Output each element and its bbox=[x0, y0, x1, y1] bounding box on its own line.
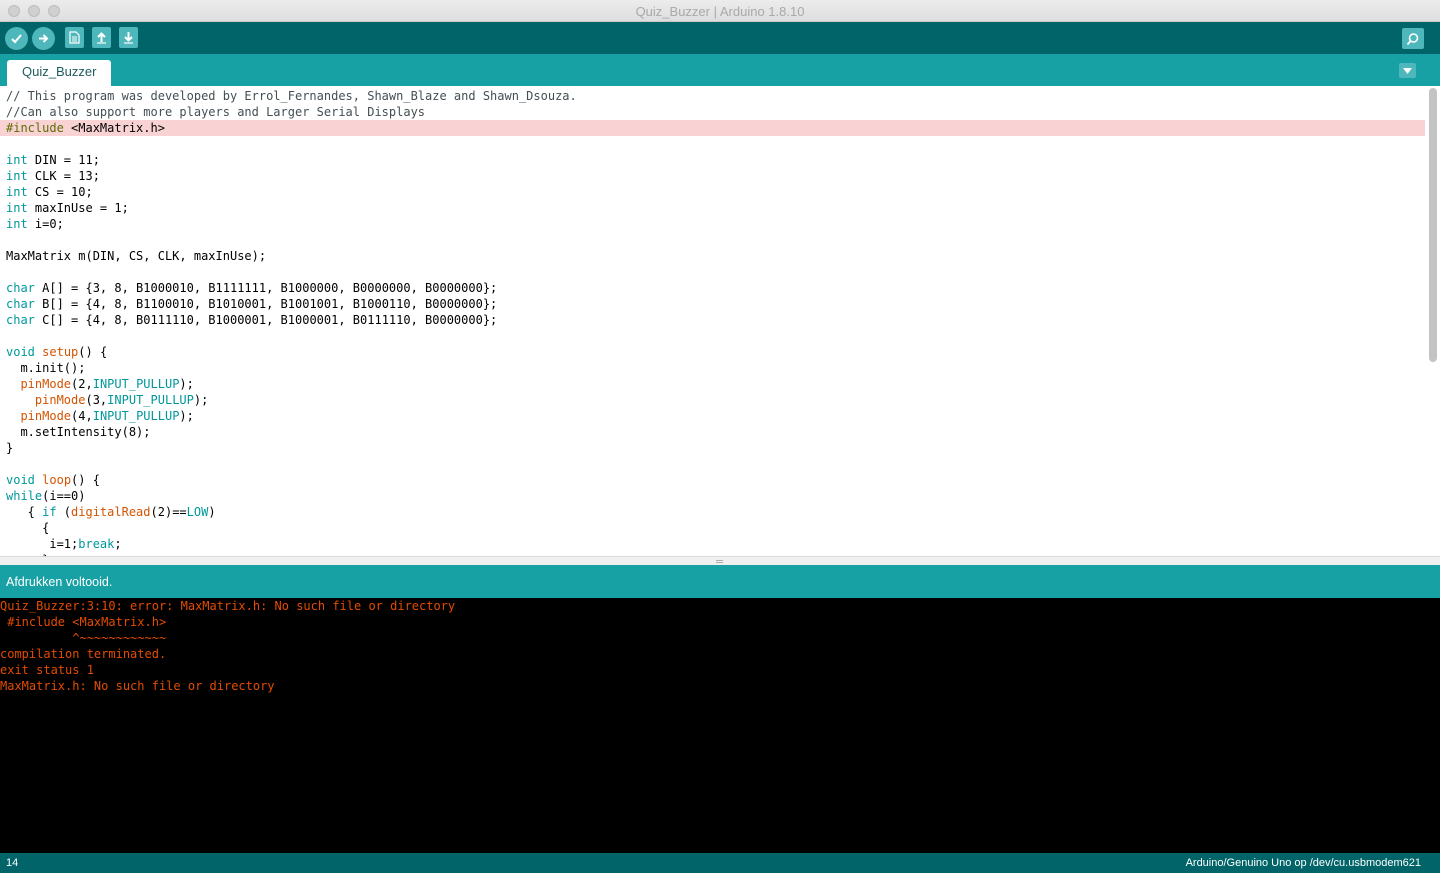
editor-scrollbar[interactable] bbox=[1429, 88, 1437, 554]
code-line[interactable]: char A[] = {3, 8, B1000010, B1111111, B1… bbox=[0, 280, 1425, 296]
open-sketch-button[interactable] bbox=[92, 27, 111, 48]
code-line[interactable]: { bbox=[0, 520, 1425, 536]
code-line[interactable]: m.init(); bbox=[0, 360, 1425, 376]
console-output[interactable]: Quiz_Buzzer:3:10: error: MaxMatrix.h: No… bbox=[0, 598, 1440, 853]
board-port-info: Arduino/Genuino Uno op /dev/cu.usbmodem6… bbox=[1185, 857, 1421, 869]
toolbar bbox=[0, 22, 1440, 54]
tab-quiz-buzzer[interactable]: Quiz_Buzzer bbox=[7, 60, 112, 86]
code-line[interactable]: m.setIntensity(8); bbox=[0, 424, 1425, 440]
code-line[interactable]: int maxInUse = 1; bbox=[0, 200, 1425, 216]
code-line[interactable]: pinMode(4,INPUT_PULLUP); bbox=[0, 408, 1425, 424]
arrow-right-icon bbox=[39, 34, 49, 43]
code-line[interactable]: } bbox=[0, 440, 1425, 456]
arrow-down-icon bbox=[124, 32, 133, 44]
editor-scroll-thumb[interactable] bbox=[1429, 88, 1437, 362]
console-line: ^~~~~~~~~~~~~ bbox=[0, 631, 167, 645]
code-line[interactable] bbox=[0, 456, 1425, 472]
console-line: #include <MaxMatrix.h> bbox=[0, 615, 167, 629]
code-line[interactable]: i=1;break; bbox=[0, 536, 1425, 552]
upload-button[interactable] bbox=[32, 27, 55, 50]
code-line[interactable]: while(i==0) bbox=[0, 488, 1425, 504]
code-line[interactable]: void loop() { bbox=[0, 472, 1425, 488]
divider-grip-icon bbox=[716, 560, 723, 563]
tab-menu-button[interactable] bbox=[1399, 63, 1416, 78]
new-sketch-icon bbox=[69, 31, 80, 44]
chevron-down-icon bbox=[1403, 67, 1412, 74]
code-line[interactable] bbox=[0, 136, 1425, 152]
save-sketch-button[interactable] bbox=[119, 27, 138, 48]
arrow-up-icon bbox=[97, 32, 106, 44]
console-line: Quiz_Buzzer:3:10: error: MaxMatrix.h: No… bbox=[0, 599, 456, 613]
console-line: compilation terminated. bbox=[0, 647, 167, 661]
code-line[interactable]: pinMode(3,INPUT_PULLUP); bbox=[0, 392, 1425, 408]
console-line: MaxMatrix.h: No such file or directory bbox=[0, 679, 275, 693]
code-line[interactable]: MaxMatrix m(DIN, CS, CLK, maxInUse); bbox=[0, 248, 1425, 264]
new-sketch-button[interactable] bbox=[65, 27, 84, 48]
code-line[interactable]: #include <MaxMatrix.h> bbox=[0, 120, 1425, 136]
verify-button[interactable] bbox=[5, 27, 28, 50]
code-line[interactable]: char C[] = {4, 8, B0111110, B1000001, B1… bbox=[0, 312, 1425, 328]
line-number: 14 bbox=[6, 857, 19, 869]
code-line[interactable]: // This program was developed by Errol_F… bbox=[0, 88, 1425, 104]
code-line[interactable] bbox=[0, 232, 1425, 248]
code-line[interactable]: //Can also support more players and Larg… bbox=[0, 104, 1425, 120]
code-line[interactable]: int i=0; bbox=[0, 216, 1425, 232]
footer-bar: 14 Arduino/Genuino Uno op /dev/cu.usbmod… bbox=[0, 853, 1440, 873]
code-editor[interactable]: // This program was developed by Errol_F… bbox=[0, 86, 1440, 556]
status-message: Afdrukken voltooid. bbox=[6, 575, 113, 589]
code-lines[interactable]: // This program was developed by Errol_F… bbox=[0, 86, 1425, 556]
code-line[interactable]: pinMode(2,INPUT_PULLUP); bbox=[0, 376, 1425, 392]
serial-monitor-button[interactable] bbox=[1402, 28, 1424, 49]
code-line[interactable] bbox=[0, 328, 1425, 344]
code-line[interactable]: int DIN = 11; bbox=[0, 152, 1425, 168]
code-line[interactable]: int CLK = 13; bbox=[0, 168, 1425, 184]
magnifier-icon bbox=[1406, 32, 1419, 45]
code-line[interactable]: int CS = 10; bbox=[0, 184, 1425, 200]
code-line[interactable]: { if (digitalRead(2)==LOW) bbox=[0, 504, 1425, 520]
code-line[interactable] bbox=[0, 264, 1425, 280]
title-bar: Quiz_Buzzer | Arduino 1.8.10 bbox=[0, 0, 1440, 22]
checkmark-icon bbox=[11, 34, 22, 44]
tab-bar: Quiz_Buzzer bbox=[0, 54, 1440, 86]
console-line: exit status 1 bbox=[0, 663, 94, 677]
code-line[interactable]: void setup() { bbox=[0, 344, 1425, 360]
split-divider[interactable] bbox=[0, 556, 1440, 565]
status-bar: Afdrukken voltooid. bbox=[0, 565, 1440, 598]
window-title: Quiz_Buzzer | Arduino 1.8.10 bbox=[635, 4, 805, 19]
code-line[interactable]: char B[] = {4, 8, B1100010, B1010001, B1… bbox=[0, 296, 1425, 312]
